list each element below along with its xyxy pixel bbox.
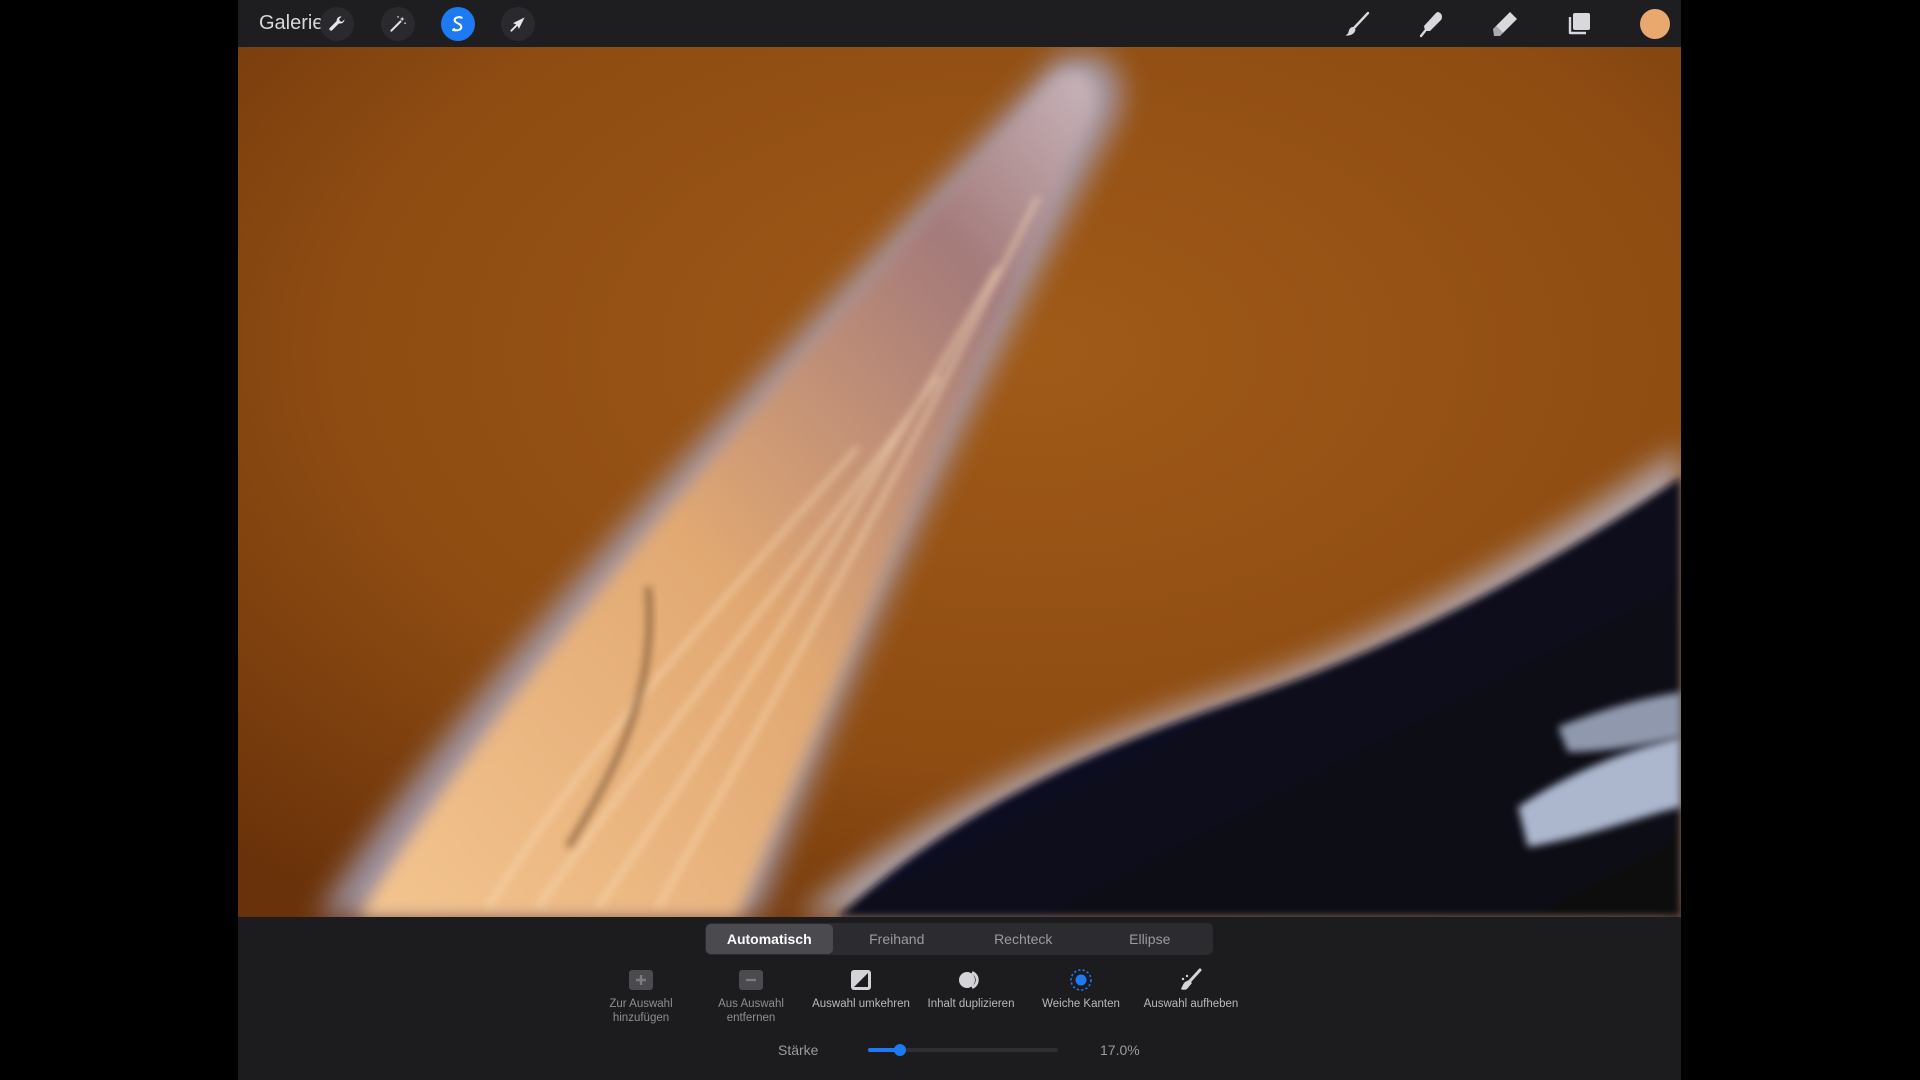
selection-button[interactable] xyxy=(441,7,475,41)
duplicate-circles-icon xyxy=(959,971,979,989)
brush-icon xyxy=(1345,11,1370,36)
arrow-cursor-icon xyxy=(510,17,525,32)
procreate-app: Galerie Automatisch Freihand Rechteck El… xyxy=(238,0,1681,1080)
feather-button[interactable]: Weiche Kanten xyxy=(1026,967,1136,1011)
strength-slider-knob[interactable] xyxy=(894,1044,907,1056)
invert-icon xyxy=(851,970,871,990)
remove-from-selection-label: Aus Auswahl entfernen xyxy=(718,998,784,1024)
actions-button[interactable] xyxy=(320,7,354,41)
tab-freihand[interactable]: Freihand xyxy=(834,923,961,955)
minus-square-icon xyxy=(739,970,763,990)
drawing-canvas[interactable] xyxy=(238,47,1681,917)
selection-panel: Automatisch Freihand Rechteck Ellipse Zu… xyxy=(238,917,1681,1080)
transform-button[interactable] xyxy=(501,7,535,41)
strength-slider[interactable] xyxy=(868,1044,1058,1056)
magic-wand-icon xyxy=(390,16,406,32)
smudge-finger-icon xyxy=(1419,12,1442,38)
layers-button[interactable] xyxy=(1561,6,1597,42)
plus-square-icon xyxy=(629,970,653,990)
layers-icon xyxy=(1568,13,1590,35)
invert-selection-label: Auswahl umkehren xyxy=(812,998,910,1010)
canvas-artwork xyxy=(238,47,1681,917)
eraser-icon xyxy=(1493,12,1517,36)
duplicate-content-button[interactable]: Inhalt duplizieren xyxy=(916,967,1026,1011)
tab-ellipse[interactable]: Ellipse xyxy=(1087,923,1214,955)
adjustments-button[interactable] xyxy=(381,7,415,41)
invert-selection-button[interactable]: Auswahl umkehren xyxy=(806,967,916,1011)
strength-label: Stärke xyxy=(778,1042,819,1058)
smudge-button[interactable] xyxy=(1413,6,1449,42)
clear-selection-button[interactable]: Auswahl aufheben xyxy=(1136,967,1246,1011)
eraser-button[interactable] xyxy=(1487,6,1523,42)
clear-selection-label: Auswahl aufheben xyxy=(1143,998,1239,1010)
feather-label: Weiche Kanten xyxy=(1042,998,1120,1010)
tab-rechteck[interactable]: Rechteck xyxy=(960,923,1087,955)
wrench-icon xyxy=(329,16,345,31)
strength-value: 17.0% xyxy=(1100,1042,1140,1058)
selection-mode-tabs: Automatisch Freihand Rechteck Ellipse xyxy=(705,923,1213,955)
duplicate-content-label: Inhalt duplizieren xyxy=(927,998,1015,1010)
color-swatch[interactable] xyxy=(1640,9,1670,39)
add-to-selection-button[interactable]: Zur Auswahl hinzufügen xyxy=(586,967,696,1025)
clear-brush-icon xyxy=(1181,968,1202,990)
remove-from-selection-button[interactable]: Aus Auswahl entfernen xyxy=(696,967,806,1025)
brush-button[interactable] xyxy=(1339,6,1375,42)
gallery-button[interactable]: Galerie xyxy=(259,10,323,36)
top-toolbar: Galerie xyxy=(238,0,1681,47)
selection-s-icon xyxy=(452,16,463,32)
feather-dot-icon xyxy=(1070,969,1092,991)
tab-automatisch[interactable]: Automatisch xyxy=(706,924,833,954)
add-to-selection-label: Zur Auswahl hinzufügen xyxy=(609,998,673,1024)
